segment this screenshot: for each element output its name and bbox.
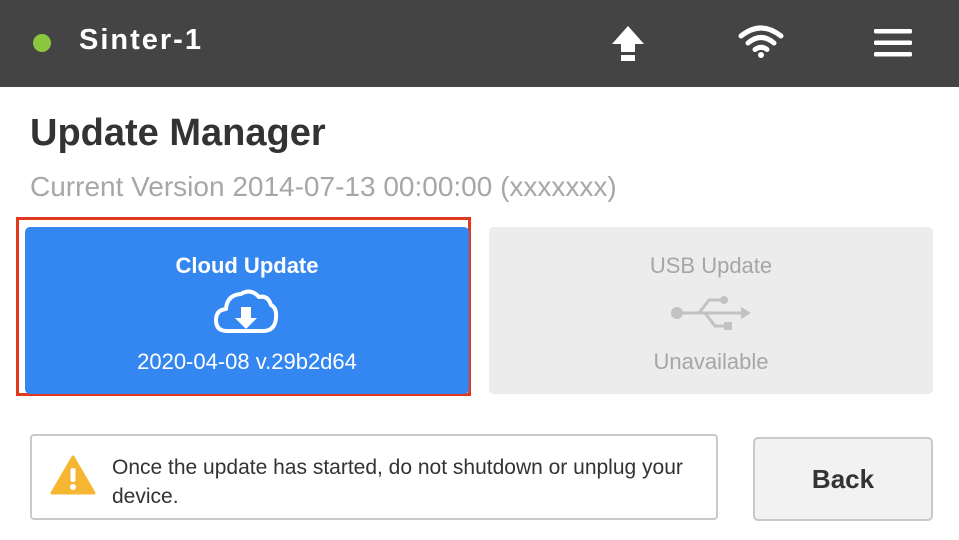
back-button[interactable]: Back bbox=[753, 437, 933, 521]
device-name: Sinter-1 bbox=[79, 24, 203, 56]
menu-icon[interactable] bbox=[874, 28, 912, 58]
cloud-download-icon bbox=[214, 289, 279, 333]
cloud-update-label: Cloud Update bbox=[175, 253, 319, 278]
top-bar: Sinter-1 bbox=[0, 0, 959, 87]
page-title: Update Manager bbox=[30, 112, 326, 154]
usb-update-button[interactable]: USB Update Unavailable bbox=[489, 227, 933, 394]
wifi-icon[interactable] bbox=[738, 24, 784, 58]
warning-text: Once the update has started, do not shut… bbox=[112, 456, 683, 508]
current-version: Current Version 2014-07-13 00:00:00 (xxx… bbox=[30, 171, 617, 202]
cloud-update-version: 2020-04-08 v.29b2d64 bbox=[137, 349, 357, 374]
upload-icon[interactable] bbox=[611, 24, 645, 62]
warning-box: Once the update has started, do not shut… bbox=[30, 434, 718, 520]
warning-icon bbox=[50, 455, 96, 495]
usb-update-label: USB Update bbox=[649, 253, 773, 278]
usb-update-status: Unavailable bbox=[653, 349, 769, 374]
status-indicator bbox=[33, 34, 51, 52]
cloud-update-button[interactable]: Cloud Update 2020-04-08 v.29b2d64 bbox=[25, 227, 469, 394]
usb-icon bbox=[671, 296, 751, 330]
